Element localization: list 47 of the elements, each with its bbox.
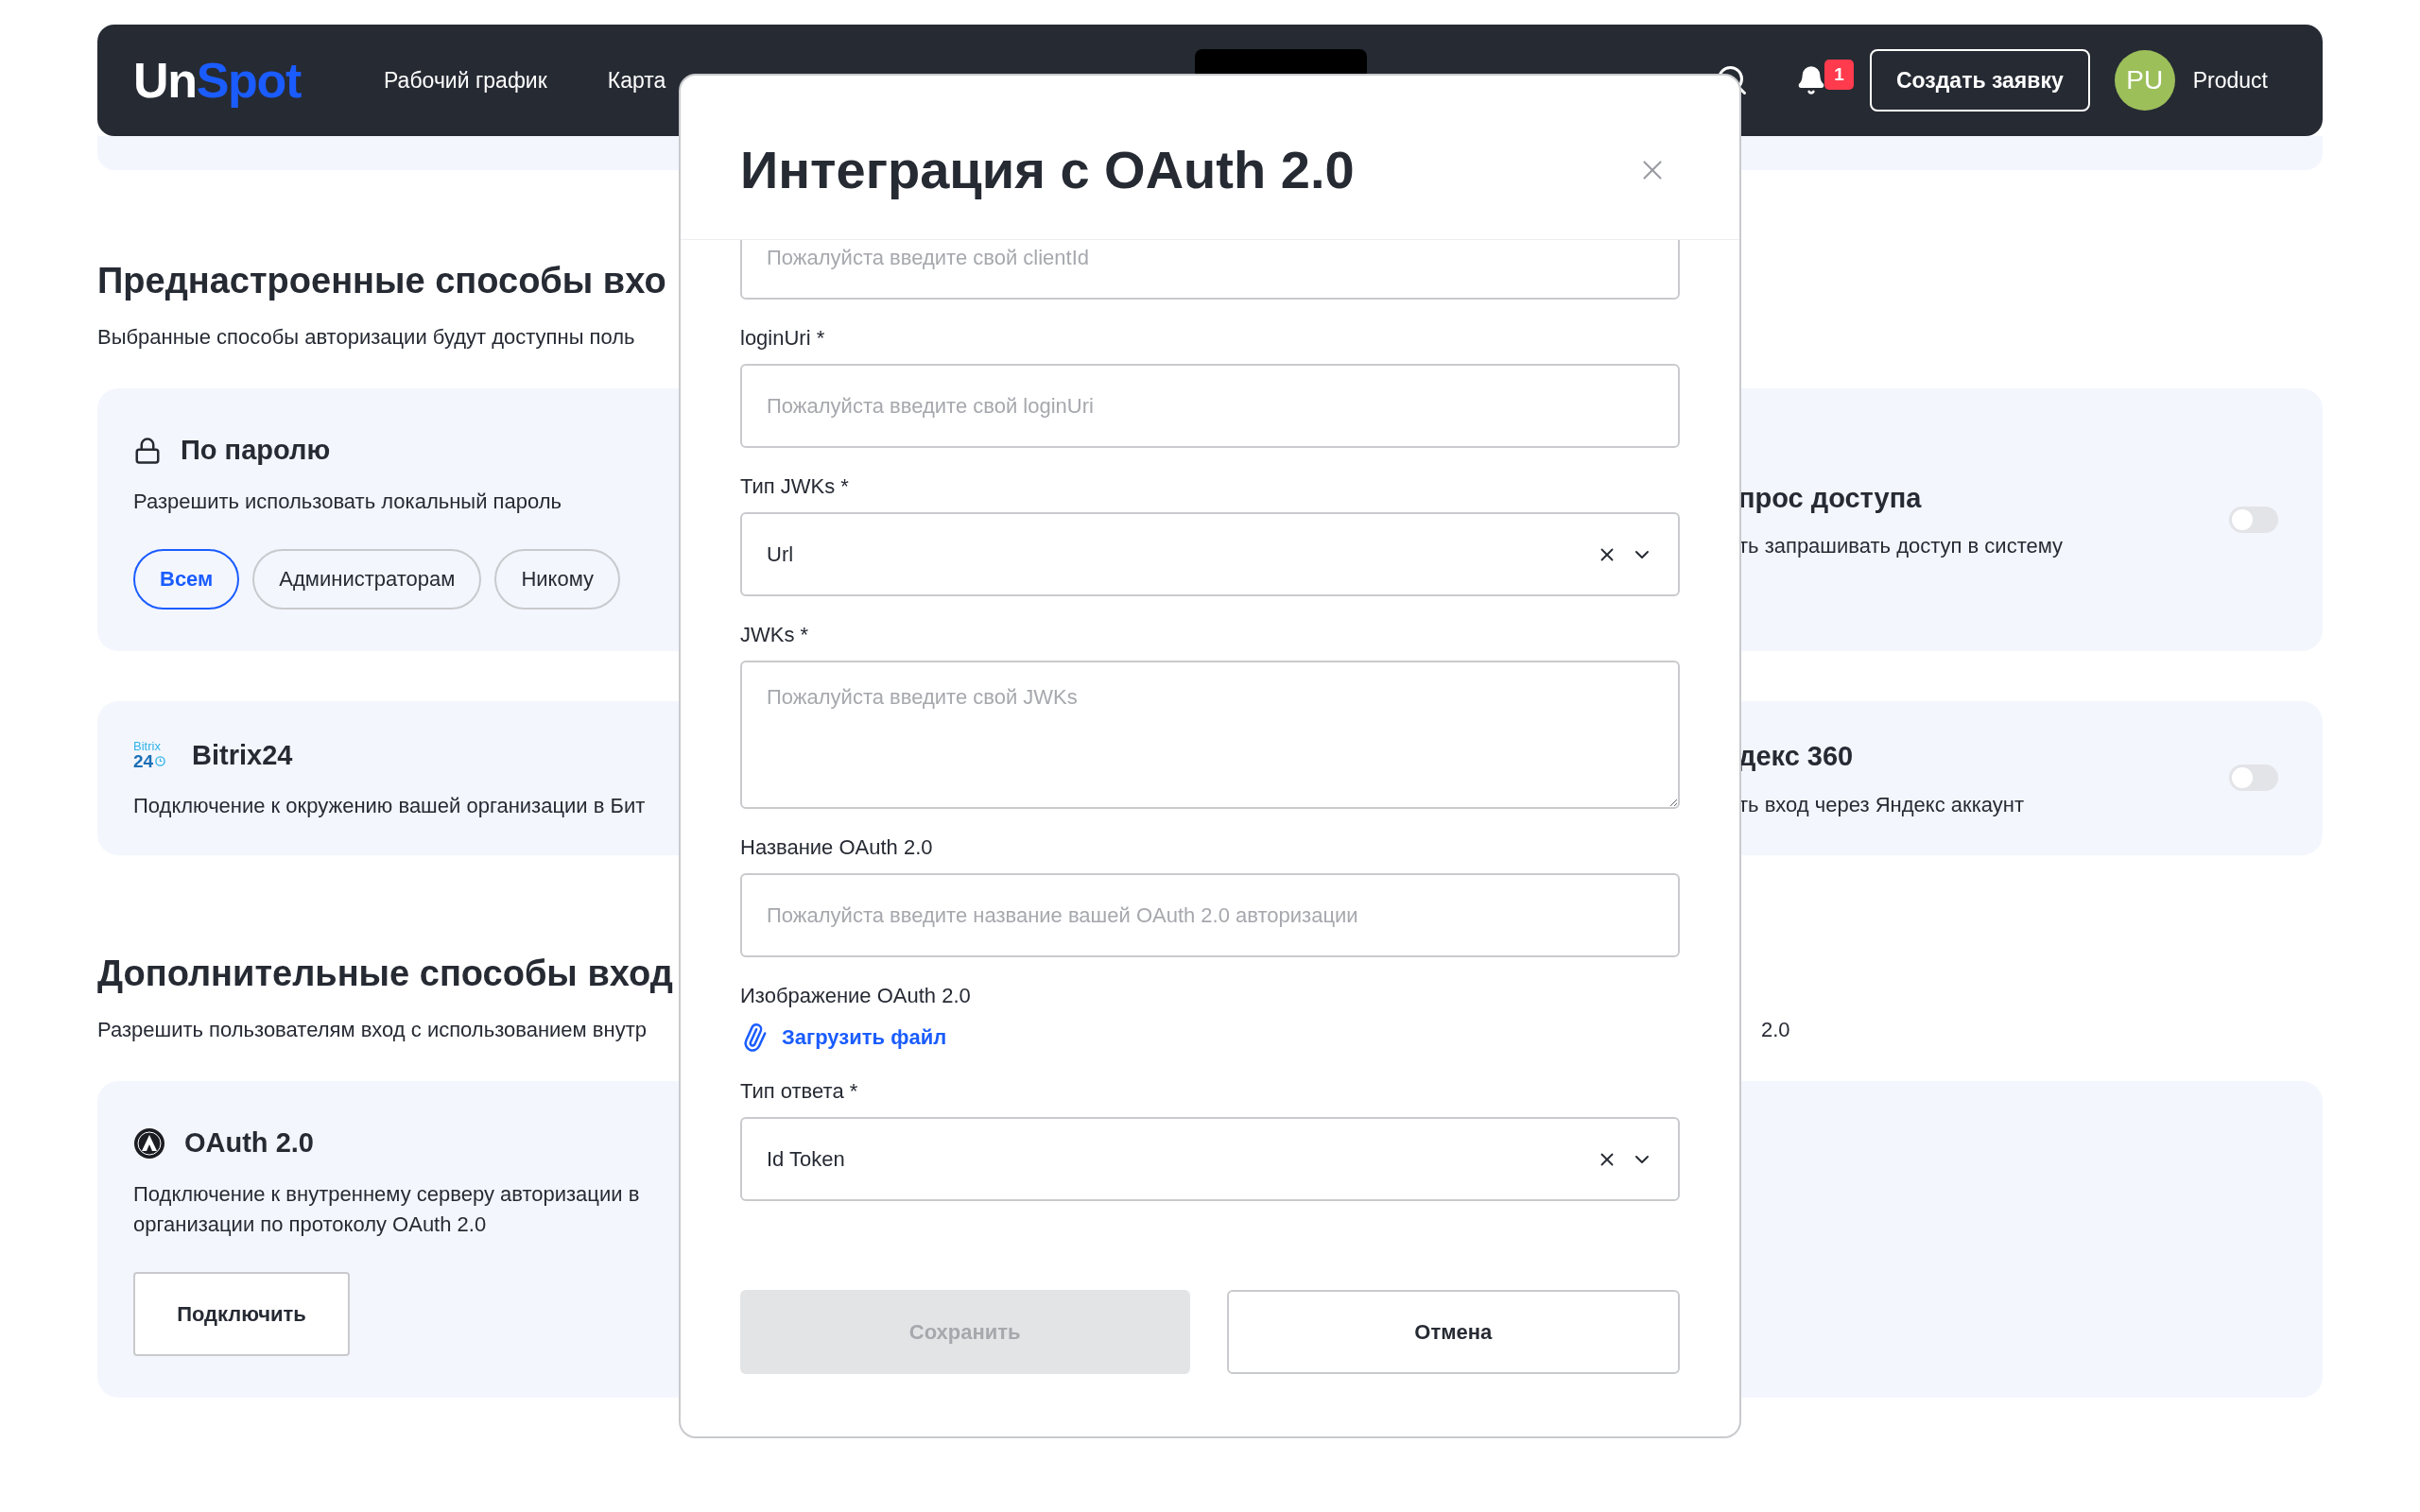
option-chip[interactable]: Никому (494, 548, 621, 610)
card-title: Bitrix24 (192, 738, 293, 772)
field-label: loginUri * (740, 325, 826, 352)
card-title: декс 360 (1738, 740, 1855, 773)
modal-title: Интеграция с OAuth 2.0 (740, 138, 1355, 201)
card-title: OAuth 2.0 (184, 1126, 314, 1160)
card-title: По паролю (181, 434, 331, 467)
create-request-button[interactable]: Создать заявку (1869, 49, 2090, 112)
lock-icon (133, 436, 162, 465)
section-subtitle: Разрешить пользователям вход с использованием внутр (97, 1017, 648, 1043)
card-description: ть запрашивать доступ в систему (1738, 533, 2065, 559)
text-field[interactable]: Пожалуйста введите свой loginUri (740, 364, 1680, 448)
cancel-button[interactable]: Отмена (1226, 1290, 1680, 1374)
card-description: Разрешить использовать локальный пароль (133, 488, 562, 515)
connect-button[interactable]: Подключить (133, 1271, 350, 1356)
select-field[interactable]: Id Token (740, 1117, 1680, 1201)
section-subtitle: Выбранные способы авторизации будут доступны поль (97, 324, 636, 351)
nav-link[interactable]: Рабочий график (384, 63, 547, 97)
card-description: ть вход через Яндекс аккаунт (1738, 791, 2025, 818)
select-value: Url (767, 541, 795, 568)
field-label: Тип ответа * (740, 1078, 859, 1105)
text-field[interactable]: Пожалуйста введите свой clientId (740, 240, 1680, 300)
section-subtitle: 2.0 (1761, 1017, 1790, 1043)
option-chip[interactable]: Администраторам (252, 548, 482, 610)
text-field[interactable]: Пожалуйста введите название вашей OAuth 2.0 авторизации (740, 873, 1680, 957)
option-chip[interactable]: Всем (133, 548, 240, 610)
card-description: Подключение к окружению вашей организации в Бит (133, 793, 647, 819)
nav-link[interactable]: Карта (607, 63, 666, 97)
section-title: Преднастроенные способы вхо (97, 260, 666, 302)
section-title: Дополнительные способы вход (97, 953, 673, 995)
notification-badge: 1 (1824, 60, 1854, 90)
toggle-switch[interactable] (2229, 506, 2278, 533)
field-label: Изображение OAuth 2.0 (740, 983, 972, 1009)
select-field[interactable]: Url (740, 512, 1680, 596)
select-value: Id Token (767, 1146, 846, 1173)
card-description: Подключение к внутреннему серверу авторизации в (133, 1180, 641, 1208)
toggle-switch[interactable] (2229, 765, 2278, 792)
field-label: Название OAuth 2.0 (740, 834, 934, 861)
text-area[interactable]: Пожалуйста введите свой JWKs (740, 661, 1680, 809)
field-label: Тип JWKs * (740, 473, 850, 500)
oauth-logo-icon (133, 1126, 165, 1160)
upload-file-link[interactable]: Загрузить файл (782, 1022, 947, 1053)
card-description: организации по протоколу OAuth 2.0 (133, 1211, 488, 1238)
card-title: прос доступа (1738, 481, 1923, 515)
bitrix-logo: Bitrix 24 (133, 740, 173, 771)
user-name: Product (2192, 66, 2268, 94)
field-label: JWKs * (740, 622, 810, 648)
